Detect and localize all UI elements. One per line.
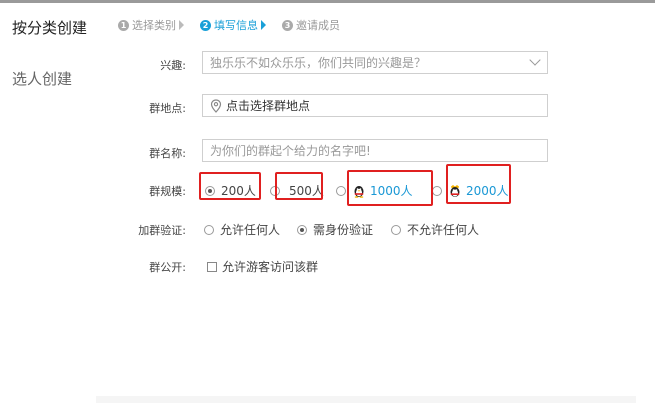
bottom-bar bbox=[96, 396, 636, 403]
verify-radio-anyone[interactable] bbox=[204, 224, 214, 235]
step-arrow-icon bbox=[179, 20, 184, 30]
verify-label: 加群验证: bbox=[138, 224, 186, 237]
highlight-box-500 bbox=[275, 172, 323, 200]
verify-radio-nobody[interactable] bbox=[391, 224, 401, 235]
group-name-label: 群名称: bbox=[149, 147, 186, 160]
verify-option-label: 不允许任何人 bbox=[407, 223, 480, 237]
verify-option-anyone[interactable]: 允许任何人 bbox=[204, 221, 280, 238]
step-arrow-icon bbox=[261, 20, 266, 30]
group-size-label: 群规模: bbox=[149, 185, 186, 198]
size-radio-1000[interactable] bbox=[336, 185, 346, 196]
public-checkbox-label: 允许游客访问该群 bbox=[222, 260, 319, 274]
interest-label: 兴趣: bbox=[160, 59, 186, 72]
location-value: 点击选择群地点 bbox=[226, 99, 311, 113]
location-field[interactable]: 点击选择群地点 bbox=[202, 94, 548, 117]
create-by-category-title: 按分类创建 bbox=[12, 19, 88, 37]
size-radio-2000[interactable] bbox=[432, 185, 442, 196]
verify-option-identity[interactable]: 需身份验证 bbox=[297, 221, 373, 238]
group-name-placeholder: 为你们的群起个给力的名字吧! bbox=[210, 144, 371, 158]
highlight-box-1000 bbox=[347, 170, 433, 206]
wizard-steps: 1 选择类别 2 填写信息 3 邀请成员 bbox=[118, 17, 356, 33]
public-checkbox[interactable] bbox=[207, 261, 217, 272]
step-label: 填写信息 bbox=[214, 19, 258, 32]
location-label: 群地点: bbox=[149, 102, 186, 115]
verify-option-nobody[interactable]: 不允许任何人 bbox=[391, 221, 479, 238]
verify-option-label: 允许任何人 bbox=[220, 223, 281, 237]
step-number: 3 bbox=[282, 19, 293, 31]
step-number: 2 bbox=[200, 19, 211, 31]
verify-option-label: 需身份验证 bbox=[313, 223, 374, 237]
chevron-down-icon bbox=[529, 54, 541, 66]
highlight-box-2000 bbox=[446, 164, 511, 204]
public-label: 群公开: bbox=[149, 261, 186, 274]
step-invite-members: 3 邀请成员 bbox=[282, 17, 340, 33]
highlight-box-200 bbox=[199, 172, 261, 200]
verify-radio-identity[interactable] bbox=[297, 224, 307, 235]
step-fill-info: 2 填写信息 bbox=[200, 17, 266, 33]
location-pin-icon bbox=[210, 98, 222, 113]
interest-select[interactable]: 独乐乐不如众乐乐，你们共同的兴趣是？ bbox=[202, 51, 548, 74]
top-border bbox=[0, 0, 655, 3]
step-label: 选择类别 bbox=[132, 19, 176, 32]
step-label: 邀请成员 bbox=[296, 19, 340, 32]
public-option[interactable]: 允许游客访问该群 bbox=[207, 258, 318, 275]
step-select-category: 1 选择类别 bbox=[118, 17, 184, 33]
interest-placeholder: 独乐乐不如众乐乐，你们共同的兴趣是？ bbox=[210, 56, 427, 70]
create-by-people-link[interactable]: 选人创建 bbox=[12, 68, 72, 89]
group-name-input[interactable]: 为你们的群起个给力的名字吧! bbox=[202, 139, 548, 162]
step-number: 1 bbox=[118, 19, 129, 31]
